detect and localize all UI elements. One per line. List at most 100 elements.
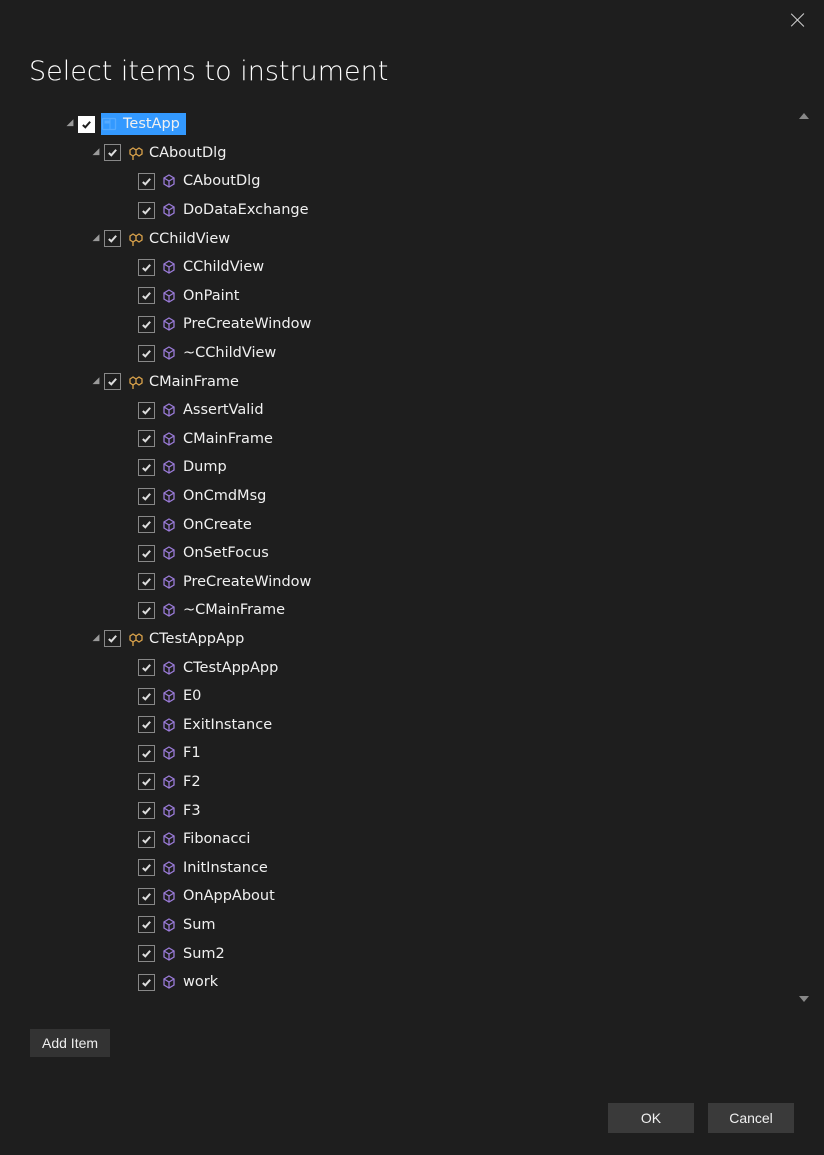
checkbox[interactable] <box>138 459 155 476</box>
tree-row-member-3-1[interactable]: E0 <box>30 682 812 711</box>
tree-row-member-3-11[interactable]: work <box>30 968 812 997</box>
method-icon <box>161 345 177 361</box>
method-icon <box>161 602 177 618</box>
tree-item-label: CAboutDlg <box>149 145 226 161</box>
checkbox[interactable] <box>138 688 155 705</box>
tree-item-label: TestApp <box>123 116 180 132</box>
tree-row-member-3-3[interactable]: F1 <box>30 739 812 768</box>
tree-row-member-0-0[interactable]: CAboutDlg <box>30 167 812 196</box>
checkbox[interactable] <box>104 144 121 161</box>
tree-row-member-1-3[interactable]: ~CChildView <box>30 339 812 368</box>
tree-row-member-2-5[interactable]: OnSetFocus <box>30 539 812 568</box>
tree-item-label: work <box>183 974 218 990</box>
expander-icon[interactable]: ◢ <box>90 147 102 157</box>
tree-row-member-3-5[interactable]: F3 <box>30 796 812 825</box>
add-item-button[interactable]: Add Item <box>30 1029 110 1057</box>
tree-row-class-3[interactable]: ◢CTestAppApp <box>30 625 812 654</box>
tree-row-member-2-7[interactable]: ~CMainFrame <box>30 596 812 625</box>
tree-row-member-2-2[interactable]: Dump <box>30 453 812 482</box>
expander-icon[interactable]: ◢ <box>64 118 76 128</box>
expander-icon[interactable]: ◢ <box>90 376 102 386</box>
tree-item-label: F3 <box>183 803 201 819</box>
tree-row-member-1-2[interactable]: PreCreateWindow <box>30 310 812 339</box>
checkbox[interactable] <box>138 659 155 676</box>
scroll-down-icon[interactable] <box>799 996 809 1002</box>
tree-row-member-3-2[interactable]: ExitInstance <box>30 710 812 739</box>
checkbox[interactable] <box>138 430 155 447</box>
tree-item-label: E0 <box>183 688 201 704</box>
project-icon <box>101 116 117 132</box>
checkbox[interactable] <box>104 373 121 390</box>
checkbox[interactable] <box>138 545 155 562</box>
tree-row-member-3-0[interactable]: CTestAppApp <box>30 653 812 682</box>
checkbox[interactable] <box>138 802 155 819</box>
method-icon <box>161 517 177 533</box>
tree-row-member-3-8[interactable]: OnAppAbout <box>30 882 812 911</box>
ok-button[interactable]: OK <box>608 1103 694 1133</box>
class-icon <box>127 231 143 247</box>
dialog-title: Select items to instrument <box>0 0 824 111</box>
method-icon <box>161 660 177 676</box>
checkbox[interactable] <box>138 488 155 505</box>
scroll-up-icon[interactable] <box>799 113 809 119</box>
tree-row-project[interactable]: ◢ TestApp <box>30 110 812 139</box>
tree-item-label: F2 <box>183 774 201 790</box>
method-icon <box>161 431 177 447</box>
tree-row-member-3-7[interactable]: InitInstance <box>30 853 812 882</box>
tree-item-label: CTestAppApp <box>183 660 278 676</box>
checkbox[interactable] <box>138 173 155 190</box>
method-icon <box>161 173 177 189</box>
close-button[interactable] <box>790 12 806 28</box>
checkbox[interactable] <box>138 916 155 933</box>
checkbox[interactable] <box>138 974 155 991</box>
tree-row-member-2-0[interactable]: AssertValid <box>30 396 812 425</box>
checkbox[interactable] <box>138 602 155 619</box>
tree-row-member-3-4[interactable]: F2 <box>30 768 812 797</box>
checkbox[interactable] <box>104 230 121 247</box>
tree-item-label: OnAppAbout <box>183 888 275 904</box>
tree-row-member-1-1[interactable]: OnPaint <box>30 282 812 311</box>
tree-item-label: ~CChildView <box>183 345 276 361</box>
method-icon <box>161 946 177 962</box>
checkbox[interactable] <box>138 716 155 733</box>
tree-row-class-0[interactable]: ◢ CAboutDlg <box>30 139 812 168</box>
tree-row-member-3-10[interactable]: Sum2 <box>30 939 812 968</box>
tree-item-label: PreCreateWindow <box>183 316 311 332</box>
tree-row-member-2-6[interactable]: PreCreateWindow <box>30 568 812 597</box>
checkbox[interactable] <box>138 745 155 762</box>
checkbox[interactable] <box>138 316 155 333</box>
tree-row-member-3-6[interactable]: Fibonacci <box>30 825 812 854</box>
checkbox[interactable] <box>78 116 95 133</box>
tree-row-member-2-3[interactable]: OnCmdMsg <box>30 482 812 511</box>
tree-row-member-2-4[interactable]: OnCreate <box>30 510 812 539</box>
tree-row-class-1[interactable]: ◢CChildView <box>30 224 812 253</box>
checkbox[interactable] <box>138 773 155 790</box>
method-icon <box>161 974 177 990</box>
checkbox[interactable] <box>138 831 155 848</box>
checkbox[interactable] <box>138 287 155 304</box>
method-icon <box>161 831 177 847</box>
cancel-button[interactable]: Cancel <box>708 1103 794 1133</box>
tree-row-member-2-1[interactable]: CMainFrame <box>30 425 812 454</box>
checkbox[interactable] <box>138 573 155 590</box>
tree-row-member-3-9[interactable]: Sum <box>30 911 812 940</box>
expander-icon[interactable]: ◢ <box>90 233 102 243</box>
expander-icon[interactable]: ◢ <box>90 633 102 643</box>
tree-view[interactable]: ◢TestApp◢CAboutDlgCAboutDlgDoDataExchang… <box>30 110 812 1005</box>
checkbox[interactable] <box>138 945 155 962</box>
tree-row-member-1-0[interactable]: CChildView <box>30 253 812 282</box>
method-icon <box>161 917 177 933</box>
tree-item-label: PreCreateWindow <box>183 574 311 590</box>
tree-row-class-2[interactable]: ◢CMainFrame <box>30 367 812 396</box>
method-icon <box>161 574 177 590</box>
checkbox[interactable] <box>138 259 155 276</box>
checkbox[interactable] <box>104 630 121 647</box>
checkbox[interactable] <box>138 859 155 876</box>
checkbox[interactable] <box>138 516 155 533</box>
checkbox[interactable] <box>138 402 155 419</box>
checkbox[interactable] <box>138 202 155 219</box>
checkbox[interactable] <box>138 345 155 362</box>
checkbox[interactable] <box>138 888 155 905</box>
tree-row-member-0-1[interactable]: DoDataExchange <box>30 196 812 225</box>
tree-item-label: CMainFrame <box>183 431 273 447</box>
